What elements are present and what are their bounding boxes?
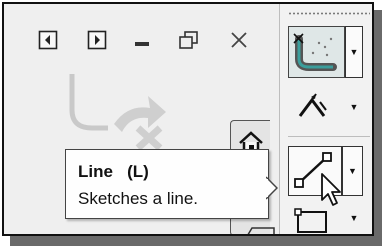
spline-sketch-button[interactable] <box>288 26 345 78</box>
chevron-down-icon: ▼ <box>349 213 359 223</box>
panel-grip[interactable] <box>288 12 370 15</box>
spline-sketch-icon <box>293 33 337 71</box>
tooltip-title: Line (L) <box>78 162 149 181</box>
minimize-icon[interactable] <box>134 40 150 48</box>
line-tooltip: Line (L) Sketches a line. <box>65 149 269 219</box>
chevron-down-icon: ▼ <box>348 166 357 176</box>
mouse-cursor-icon <box>320 172 344 213</box>
chevron-down-icon: ▼ <box>349 102 359 112</box>
dimension-dropdown-button[interactable]: ▼ <box>345 96 363 118</box>
panel-separator <box>288 136 370 137</box>
faded-page-icon <box>244 226 276 234</box>
dimension-icon <box>298 93 327 117</box>
sketch-ribbon-panel: ▼ ▼ ▼ ▼ <box>279 4 372 234</box>
chevron-down-icon: ▼ <box>349 47 359 57</box>
restore-icon[interactable] <box>178 30 200 50</box>
rectangle-dropdown-button[interactable]: ▼ <box>345 208 363 228</box>
app-window: ▼ ▼ ▼ ▼ Line (L) Sketches a line. <box>2 2 374 236</box>
close-icon[interactable] <box>229 30 249 50</box>
panel-right-icon[interactable] <box>87 30 107 50</box>
panel-left-icon[interactable] <box>38 30 58 50</box>
dimension-button[interactable] <box>294 88 338 126</box>
tooltip-description: Sketches a line. <box>78 189 199 208</box>
tooltip-pointer <box>266 176 278 200</box>
line-dropdown-button[interactable]: ▼ <box>342 146 363 196</box>
spline-dropdown-button[interactable]: ▼ <box>345 26 363 78</box>
